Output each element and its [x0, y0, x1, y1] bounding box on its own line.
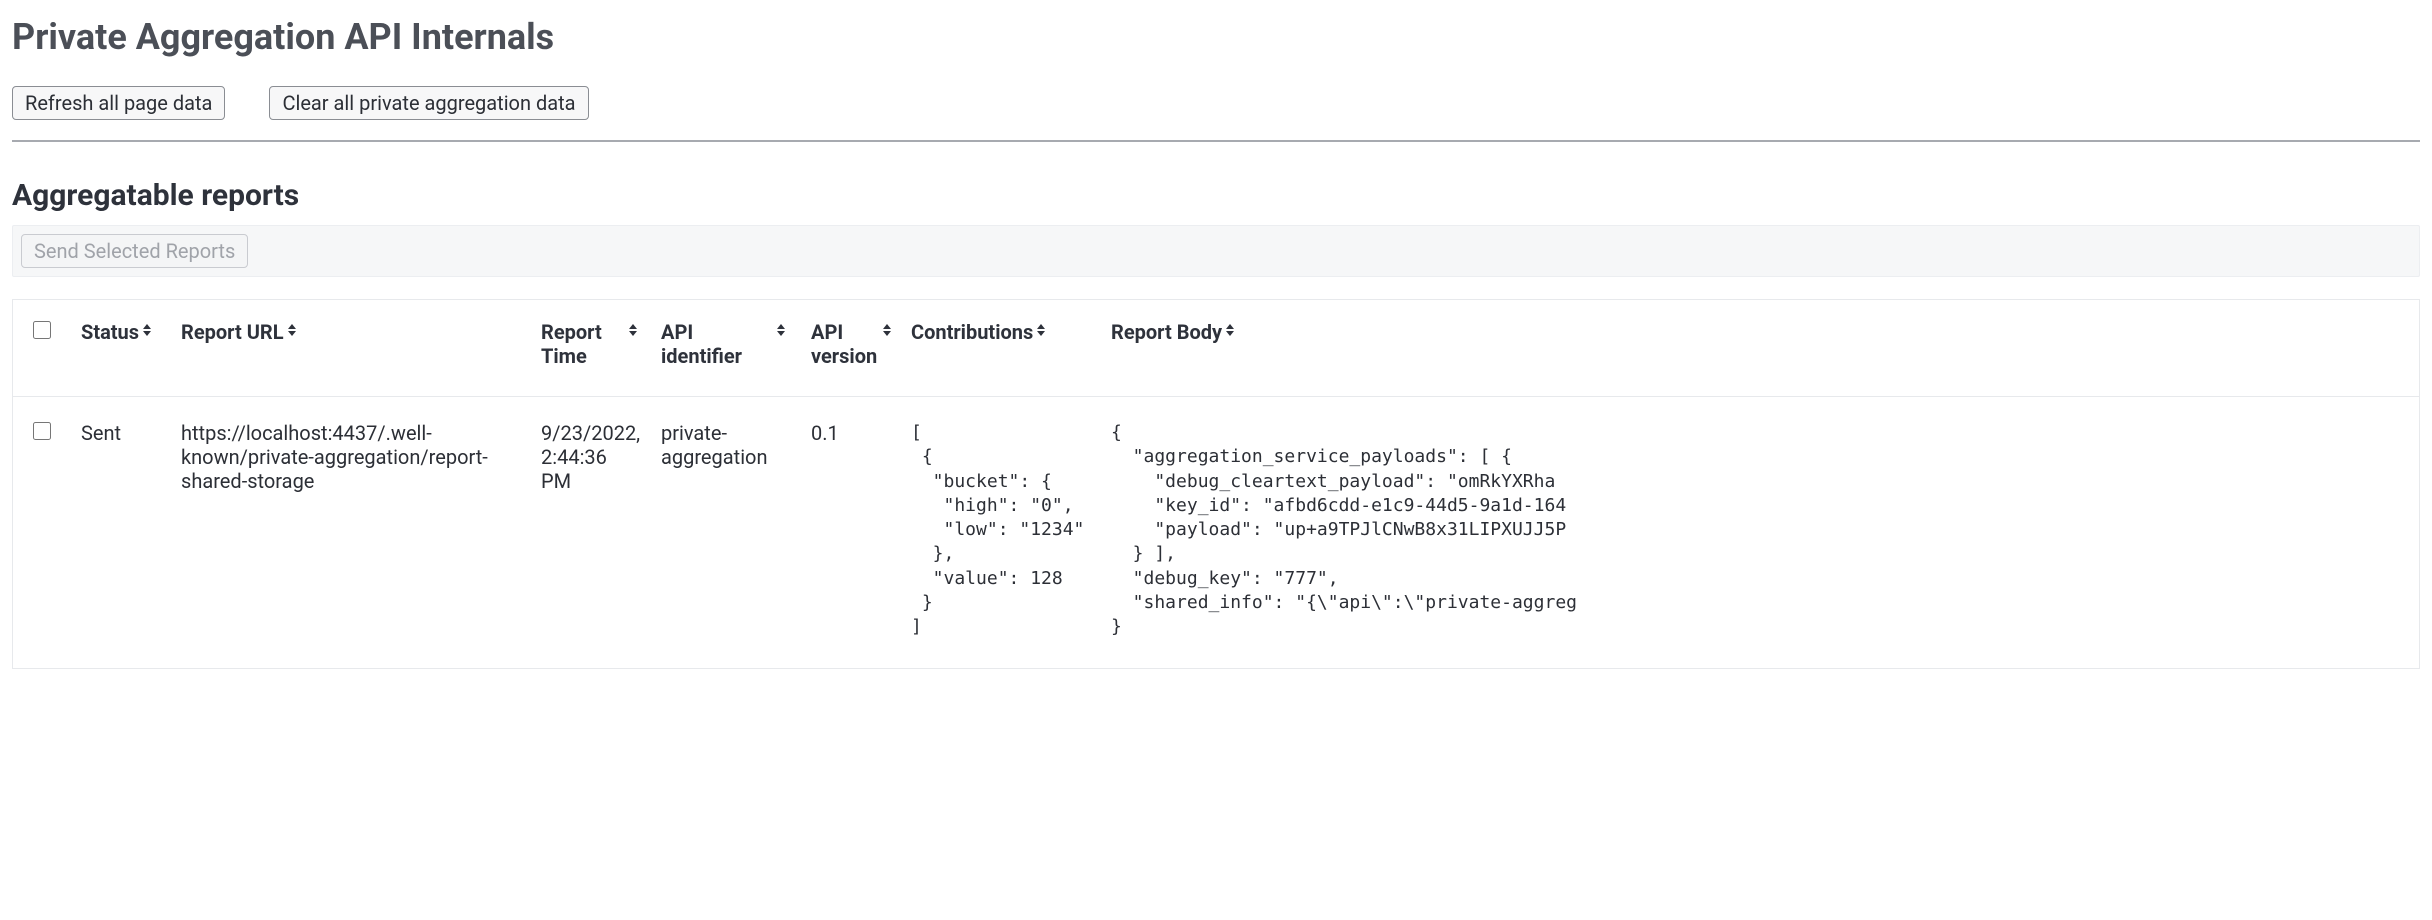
cell-contributions: [ { "bucket": { "high": "0", "low": "123… [899, 397, 1099, 668]
row-checkbox[interactable] [33, 422, 51, 440]
divider [12, 140, 2420, 142]
col-header-version[interactable]: API version [811, 320, 891, 368]
cell-body: { "aggregation_service_payloads": [ { "d… [1099, 397, 2419, 668]
cell-status: Sent [69, 397, 169, 668]
col-header-contributions-label: Contributions [911, 320, 1033, 344]
sort-icon [883, 324, 891, 336]
cell-api: private-aggregation [649, 397, 799, 668]
top-toolbar: Refresh all page data Clear all private … [12, 86, 2420, 120]
sort-icon [143, 324, 153, 336]
col-header-api[interactable]: API identifier [661, 320, 787, 368]
cell-url: https://localhost:4437/.well-known/priva… [169, 397, 529, 668]
col-header-version-label: API version [811, 320, 879, 368]
sort-icon [629, 324, 637, 336]
reports-toolbar: Send Selected Reports [12, 225, 2420, 277]
col-header-body-label: Report Body [1111, 320, 1222, 344]
cell-time: 9/23/2022, 2:44:36 PM [529, 397, 649, 668]
sort-icon [288, 324, 298, 336]
select-all-checkbox[interactable] [33, 321, 51, 339]
contributions-pre: [ { "bucket": { "high": "0", "low": "123… [911, 421, 1087, 640]
col-header-api-label: API identifier [661, 320, 773, 368]
reports-heading: Aggregatable reports [12, 178, 2420, 213]
table-row: Sent https://localhost:4437/.well-known/… [13, 397, 2419, 668]
page-title: Private Aggregation API Internals [12, 16, 2420, 58]
col-header-url-label: Report URL [181, 320, 284, 344]
reports-table: Status Report URL Report Time [13, 300, 2419, 668]
col-header-contributions[interactable]: Contributions [911, 320, 1047, 344]
col-header-body[interactable]: Report Body [1111, 320, 1236, 344]
col-header-time-label: Report Time [541, 320, 625, 368]
clear-data-button[interactable]: Clear all private aggregation data [269, 86, 588, 120]
col-header-time[interactable]: Report Time [541, 320, 637, 368]
refresh-button[interactable]: Refresh all page data [12, 86, 225, 120]
sort-icon [1226, 324, 1236, 336]
col-header-status-label: Status [81, 320, 139, 344]
cell-version: 0.1 [799, 397, 899, 668]
reports-table-container: Status Report URL Report Time [12, 299, 2420, 669]
col-header-url[interactable]: Report URL [181, 320, 298, 344]
send-selected-reports-button[interactable]: Send Selected Reports [21, 234, 248, 268]
body-pre: { "aggregation_service_payloads": [ { "d… [1111, 421, 2407, 640]
col-header-status[interactable]: Status [81, 320, 153, 344]
sort-icon [1037, 324, 1047, 336]
sort-icon [777, 324, 787, 336]
